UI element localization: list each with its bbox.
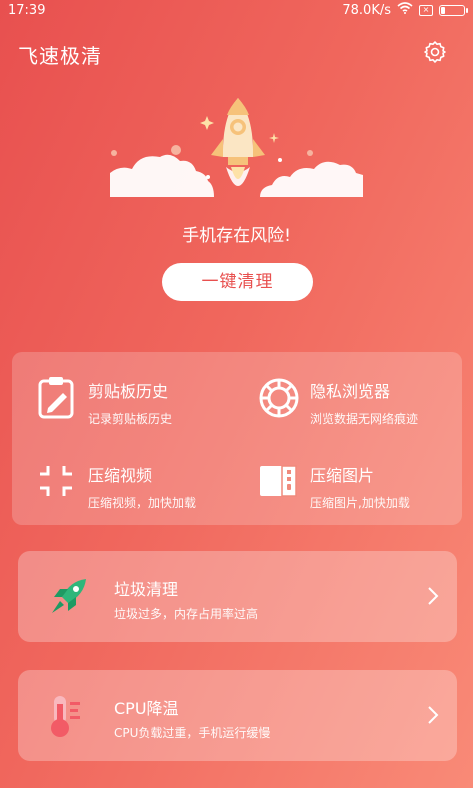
- tool-title: 隐私浏览器: [310, 382, 391, 401]
- app-title: 飞速极清: [18, 44, 102, 68]
- status-icons: 78.0K/s ×: [342, 2, 468, 18]
- battery-icon: [439, 4, 468, 16]
- rocket-icon: [48, 575, 90, 619]
- feature-subtitle: 垃圾过多，内存占用率过高: [114, 607, 259, 621]
- status-bar: 17:39 78.0K/s ×: [0, 0, 473, 20]
- network-speed: 78.0K/s: [342, 2, 391, 18]
- browser-icon: [258, 376, 302, 420]
- tools-card: 剪贴板历史 记录剪贴板历史 隐私浏览器 浏览数据无网络痕迹 压缩视频 压缩视频，…: [12, 352, 462, 525]
- tool-compress-image[interactable]: 压缩图片 压缩图片,加快加载: [258, 460, 410, 511]
- tool-clipboard-history[interactable]: 剪贴板历史 记录剪贴板历史: [36, 376, 172, 427]
- tool-subtitle: 压缩图片,加快加载: [310, 496, 410, 510]
- thermometer-icon: [48, 694, 90, 738]
- settings-gear-icon[interactable]: [423, 40, 447, 64]
- tool-title: 压缩图片: [310, 466, 375, 485]
- tool-subtitle: 压缩视频，加快加载: [88, 496, 197, 510]
- feature-cpu-cooling-card[interactable]: CPU降温 CPU负载过重，手机运行缓慢: [18, 670, 457, 761]
- feature-title: CPU降温: [114, 699, 179, 718]
- tool-subtitle: 记录剪贴板历史: [88, 412, 173, 426]
- sim-icon: ×: [419, 4, 433, 16]
- tool-private-browser[interactable]: 隐私浏览器 浏览数据无网络痕迹: [258, 376, 418, 427]
- tool-compress-video[interactable]: 压缩视频 压缩视频，加快加载: [36, 460, 196, 511]
- status-time: 17:39: [8, 2, 46, 18]
- chevron-right-icon: [427, 705, 439, 725]
- compress-video-icon: [36, 460, 80, 504]
- tool-title: 剪贴板历史: [88, 382, 169, 401]
- risk-warning-text: 手机存在风险!: [182, 226, 291, 246]
- clipboard-icon: [36, 376, 80, 420]
- chevron-right-icon: [427, 586, 439, 606]
- feature-junk-clean-card[interactable]: 垃圾清理 垃圾过多，内存占用率过高: [18, 551, 457, 642]
- feature-subtitle: CPU负载过重，手机运行缓慢: [114, 726, 271, 740]
- one-click-clean-button[interactable]: 一键清理: [162, 263, 313, 301]
- compress-image-icon: [258, 460, 302, 504]
- rocket-illustration: [110, 95, 363, 197]
- wifi-icon: [397, 2, 413, 18]
- tool-title: 压缩视频: [88, 466, 153, 485]
- tool-subtitle: 浏览数据无网络痕迹: [310, 412, 419, 426]
- feature-title: 垃圾清理: [114, 580, 179, 599]
